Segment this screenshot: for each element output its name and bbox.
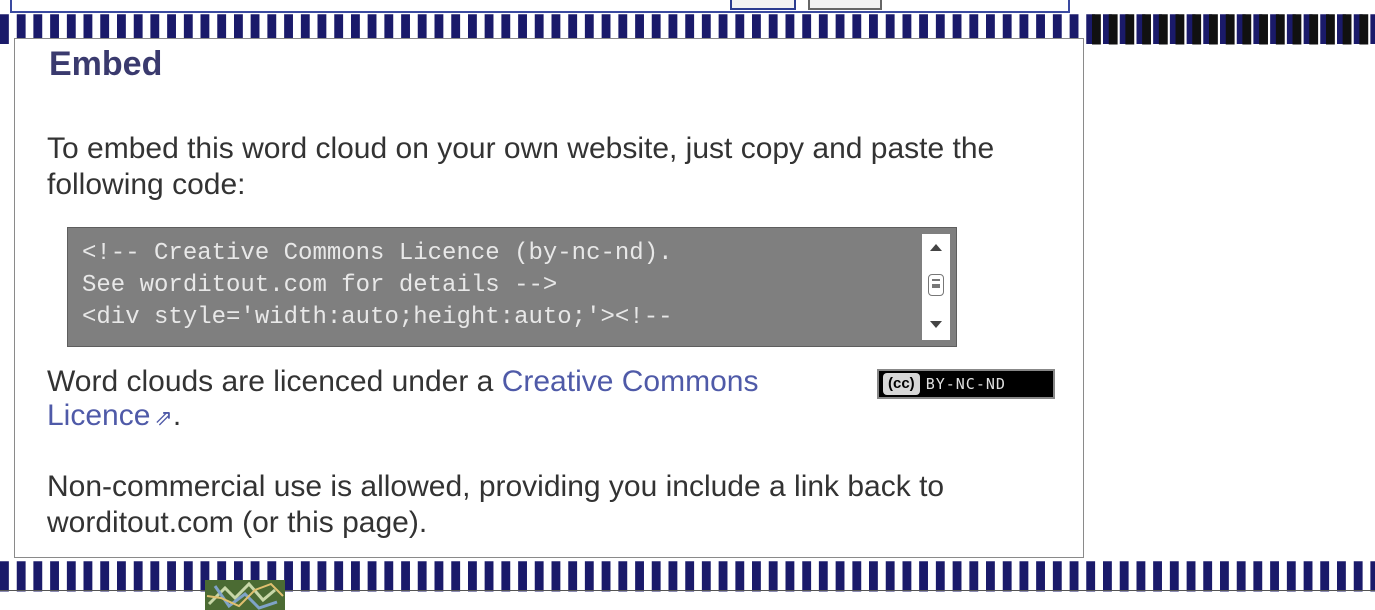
code-line: <div style='width:auto;height:auto;'><!-… [82, 304, 673, 331]
embed-title: Embed [49, 45, 163, 83]
background-text-right: ▌▌▌▌▌▌▌▌▌▌▌▌▌▌▌▌▌ [1092, 15, 1375, 43]
cc-terms: BY-NC-ND [925, 375, 1006, 393]
scroll-up-icon[interactable] [930, 244, 942, 251]
noncommercial-notice: Non-commercial use is allowed, providing… [47, 470, 945, 539]
embed-instructions: To embed this word cloud on your own web… [47, 132, 995, 201]
dialog-primary-button[interactable] [730, 0, 796, 10]
embed-code-textarea[interactable]: <!-- Creative Commons Licence (by-nc-nd)… [67, 227, 957, 347]
licence-text: Word clouds are licenced under a Creativ… [47, 365, 867, 435]
embed-panel: Embed To embed this word cloud on your o… [14, 38, 1084, 558]
code-scrollbar[interactable] [922, 234, 950, 340]
external-link-icon[interactable]: ⇗ [154, 401, 172, 435]
dialog-frame-top [10, 0, 1070, 13]
licence-prefix: Word clouds are licenced under a [47, 365, 502, 398]
scroll-down-icon[interactable] [930, 321, 942, 328]
cc-logo: (cc) [883, 373, 920, 395]
dialog-secondary-button[interactable] [808, 0, 882, 10]
licence-suffix: . [172, 399, 182, 432]
embed-code-text[interactable]: <!-- Creative Commons Licence (by-nc-nd)… [82, 238, 673, 334]
code-line: <!-- Creative Commons Licence (by-nc-nd)… [82, 240, 673, 267]
scroll-thumb[interactable] [928, 274, 944, 296]
cc-licence-badge[interactable]: (cc) BY-NC-ND [877, 369, 1055, 399]
code-line: See worditout.com for details --> [82, 272, 558, 299]
